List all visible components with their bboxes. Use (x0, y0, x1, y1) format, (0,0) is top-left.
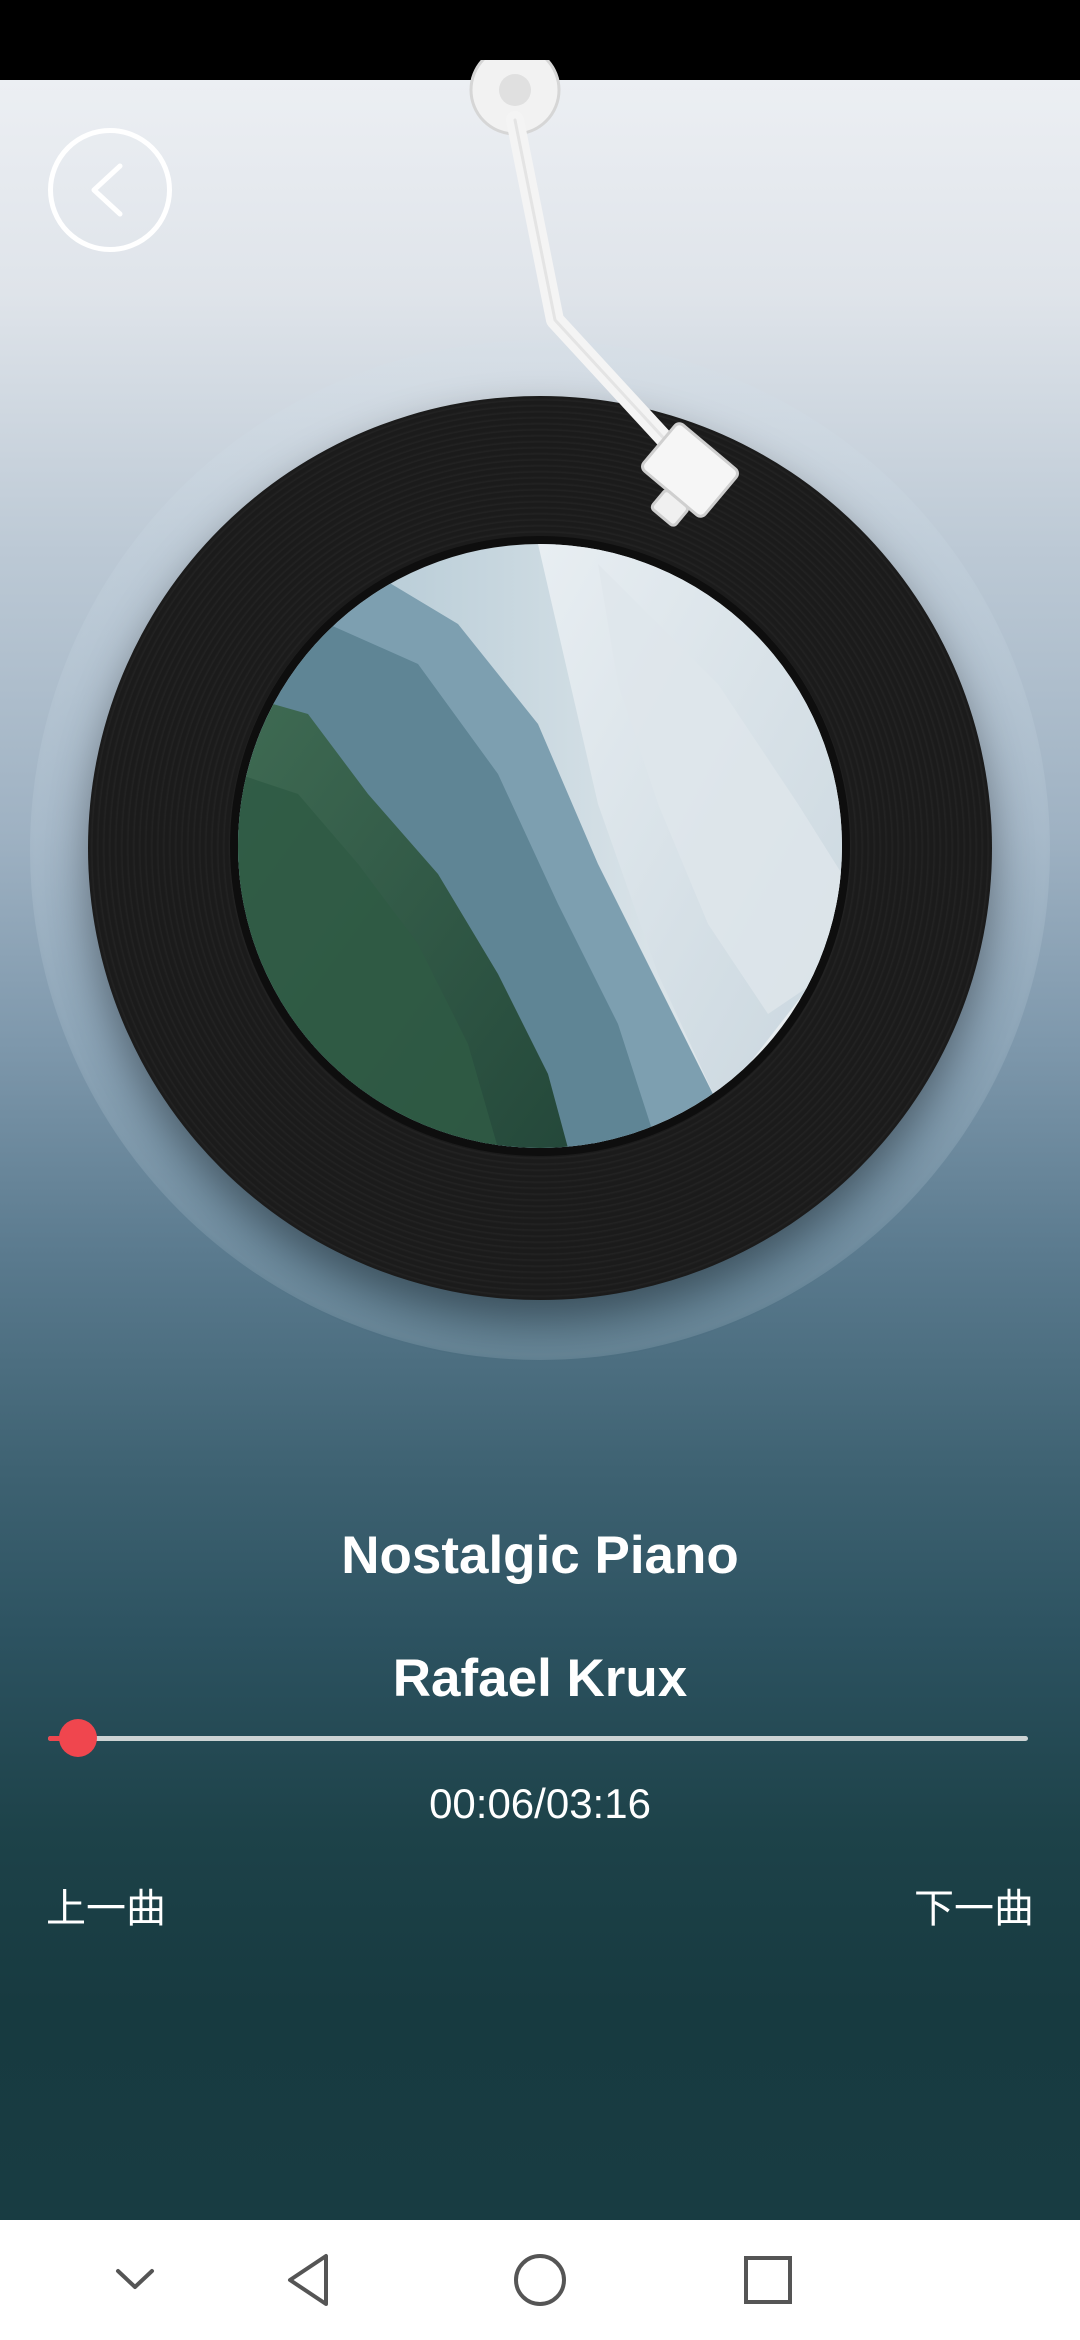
tonearm (440, 44, 820, 580)
chevron-left-icon (91, 163, 123, 217)
next-track-button[interactable]: 下一曲 (914, 1876, 1034, 1934)
tonearm-headshell (641, 422, 739, 527)
time-display: 00:06/03:16 (429, 1780, 651, 1827)
circle-home-icon (514, 2254, 566, 2306)
screen: Nostalgic Piano Rafael Krux 00:06/03:16 … (0, 0, 1080, 2340)
album-cover-image (238, 544, 842, 1148)
square-recents-icon (744, 2256, 792, 2304)
previous-track-button[interactable]: 上一曲 (46, 1876, 166, 1934)
triangle-back-icon (288, 2254, 328, 2306)
nav-home-button[interactable] (500, 2240, 580, 2320)
progress-thumb[interactable] (58, 1719, 97, 1757)
system-navigation-bar (0, 2220, 1080, 2340)
artist-name: Rafael Krux (392, 1649, 688, 1708)
nav-back-button[interactable] (270, 2240, 350, 2320)
nav-recents-button[interactable] (728, 2240, 808, 2320)
chevron-down-icon (116, 2269, 154, 2289)
song-title: Nostalgic Piano (341, 1526, 739, 1585)
album-cover (230, 536, 850, 1156)
back-button[interactable] (48, 128, 172, 252)
tonearm-rod (506, 111, 679, 454)
progress-slider[interactable] (48, 1719, 1028, 1757)
nav-collapse-button[interactable] (95, 2240, 175, 2320)
